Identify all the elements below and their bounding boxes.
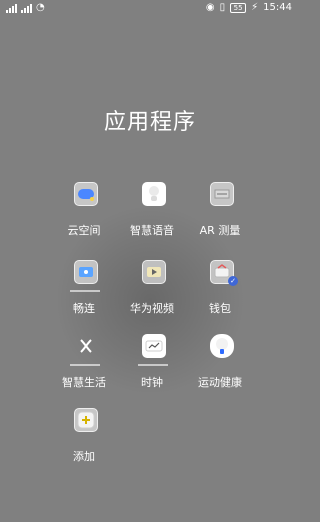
signal-icon	[21, 3, 32, 13]
health-icon	[210, 334, 234, 358]
page-title: 应用程序	[103, 110, 196, 135]
wifi-icon: ◔	[36, 2, 45, 13]
app-label: 添加	[73, 450, 95, 463]
smart-life-icon	[74, 334, 98, 358]
wallet-verified-icon: ✓	[228, 276, 238, 286]
app-label: AR 测量	[199, 224, 241, 237]
label-underline	[70, 290, 100, 292]
battery-icon: 55	[230, 2, 247, 13]
status-right: ◉ ▯ 55 ⚡ 15:44	[206, 2, 292, 13]
app-ar-measure[interactable]: AR 测量	[180, 182, 260, 242]
home-screen: ◔ ◉ ▯ 55 ⚡ 15:44 应用程序 云空间 智慧语音 AR 测量 畅连 …	[0, 0, 300, 522]
clock-glyph	[145, 340, 163, 352]
smart-voice-glyph	[149, 186, 159, 201]
status-bar: ◔ ◉ ▯ 55 ⚡ 15:44	[0, 0, 300, 18]
smart-voice-icon	[142, 182, 166, 206]
add-icon	[74, 408, 98, 432]
meetime-glyph	[79, 267, 93, 277]
app-label: 钱包	[209, 302, 231, 315]
ar-measure-glyph	[214, 189, 230, 199]
huawei-video-glyph	[147, 267, 161, 277]
label-underline	[70, 364, 100, 366]
health-glyph	[216, 338, 228, 354]
smart-life-glyph	[80, 339, 92, 353]
eye-icon: ◉	[205, 2, 215, 13]
charging-icon: ⚡	[251, 2, 259, 13]
app-add[interactable]: 添加	[44, 408, 124, 468]
label-underline	[138, 364, 168, 366]
clock-icon	[142, 334, 166, 358]
ar-measure-icon	[210, 182, 234, 206]
vibrate-icon: ▯	[219, 2, 226, 13]
app-health[interactable]: 运动健康	[180, 334, 260, 394]
status-left: ◔	[6, 2, 45, 13]
signal-icon	[6, 3, 17, 13]
meetime-icon	[74, 260, 98, 284]
huawei-video-icon	[142, 260, 166, 284]
app-label: 运动健康	[198, 376, 242, 389]
time: 15:44	[263, 2, 292, 13]
app-wallet[interactable]: ✓ 钱包	[180, 260, 260, 320]
cloud-space-icon	[74, 182, 98, 206]
cloud-space-glyph	[78, 189, 94, 201]
add-glyph	[77, 411, 95, 429]
